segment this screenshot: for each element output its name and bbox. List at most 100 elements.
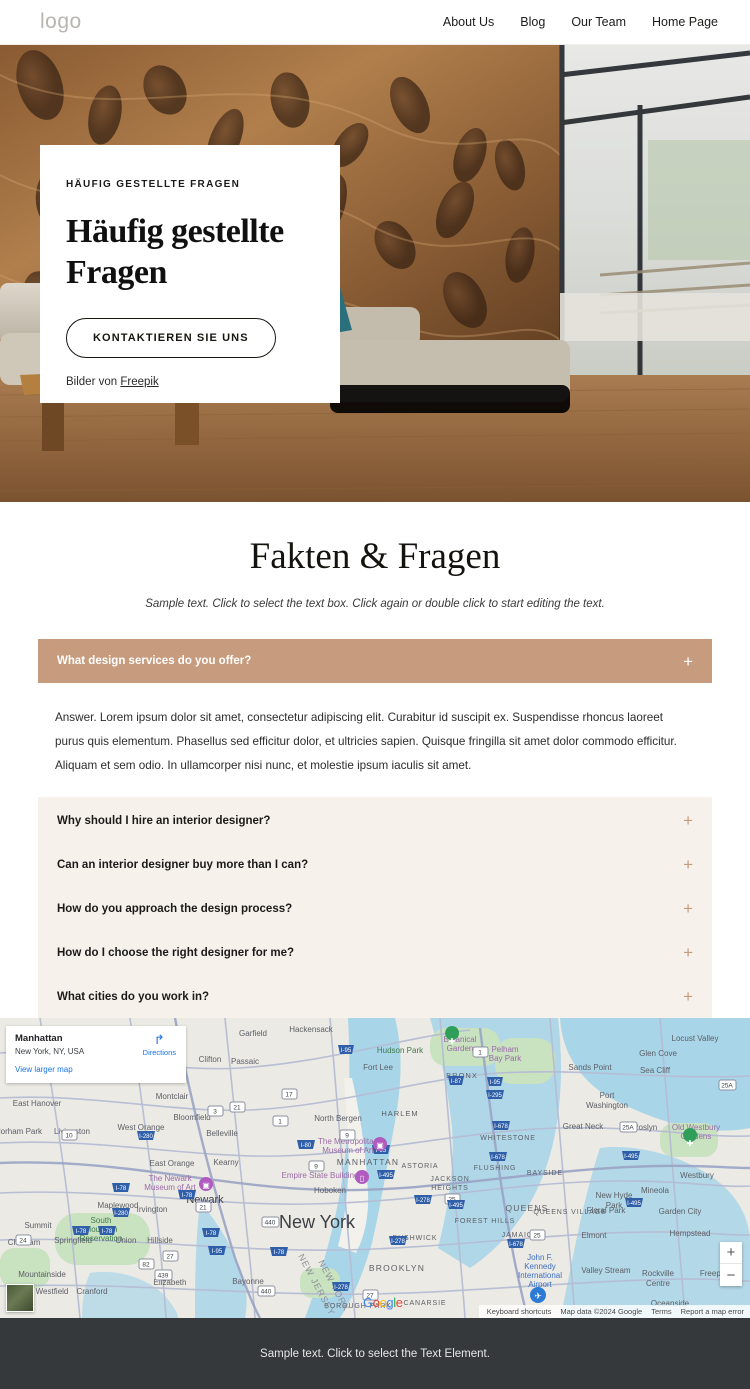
svg-text:West Orange: West Orange xyxy=(118,1123,166,1132)
report-map-error-link[interactable]: Report a map error xyxy=(681,1307,744,1316)
zoom-in-button[interactable]: + xyxy=(720,1242,742,1264)
svg-text:I-280: I-280 xyxy=(139,1134,153,1140)
contact-us-button[interactable]: KONTAKTIEREN SIE UNS xyxy=(66,317,276,358)
freepik-link[interactable]: Freepik xyxy=(120,376,158,388)
logo[interactable]: logo xyxy=(40,10,82,34)
accordion-item[interactable]: Can an interior designer buy more than I… xyxy=(38,843,712,887)
site-header: logo About Us Blog Our Team Home Page xyxy=(0,0,750,45)
svg-text:82: 82 xyxy=(142,1262,150,1269)
image-credit-prefix: Bilder von xyxy=(66,375,121,388)
google-map[interactable]: New York Newark MANHATTAN HARLEM BRONX Q… xyxy=(0,1018,750,1318)
accordion-item[interactable]: How do I choose the right designer for m… xyxy=(38,931,712,975)
svg-text:North Bergen: North Bergen xyxy=(314,1114,362,1123)
svg-text:Reservation: Reservation xyxy=(80,1234,123,1243)
nav-item-about-us[interactable]: About Us xyxy=(443,15,494,29)
svg-text:FLUSHING: FLUSHING xyxy=(474,1165,517,1172)
svg-text:3: 3 xyxy=(213,1109,217,1116)
svg-text:I-295: I-295 xyxy=(488,1093,502,1099)
keyboard-shortcuts-link[interactable]: Keyboard shortcuts xyxy=(487,1307,552,1316)
svg-text:9: 9 xyxy=(314,1164,318,1171)
svg-text:Elmont: Elmont xyxy=(582,1231,608,1240)
svg-text:FOREST HILLS: FOREST HILLS xyxy=(455,1218,515,1225)
svg-text:10: 10 xyxy=(65,1133,73,1140)
svg-text:East Hanover: East Hanover xyxy=(13,1099,62,1108)
plus-icon[interactable]: + xyxy=(683,900,693,917)
svg-text:Museum of Art: Museum of Art xyxy=(322,1146,374,1155)
svg-text:25A: 25A xyxy=(721,1083,733,1090)
map-place-card: Manhattan New York, NY, USA View larger … xyxy=(6,1026,186,1083)
svg-text:27: 27 xyxy=(166,1254,174,1261)
zoom-out-button[interactable]: − xyxy=(720,1264,742,1286)
plus-icon[interactable]: + xyxy=(683,653,693,670)
svg-text:JACKSON: JACKSON xyxy=(430,1176,469,1183)
svg-text:Florham Park: Florham Park xyxy=(0,1127,43,1136)
directions-label: Directions xyxy=(142,1048,176,1057)
accordion-question: How do you approach the design process? xyxy=(57,902,293,915)
svg-text:24: 24 xyxy=(19,1238,27,1245)
svg-text:Locust Valley: Locust Valley xyxy=(672,1034,719,1043)
svg-text:Garden City: Garden City xyxy=(659,1207,702,1216)
svg-text:Kennedy: Kennedy xyxy=(524,1262,556,1271)
hero-section: HÄUFIG GESTELLTE FRAGEN Häufig gestellte… xyxy=(0,45,750,502)
nav-item-blog[interactable]: Blog xyxy=(520,15,545,29)
plus-icon[interactable]: + xyxy=(683,944,693,961)
nav-item-our-team[interactable]: Our Team xyxy=(571,15,626,29)
svg-text:✈: ✈ xyxy=(534,1291,542,1301)
svg-text:International: International xyxy=(518,1271,562,1280)
svg-text:ASTORIA: ASTORIA xyxy=(402,1163,439,1170)
svg-text:Bloomfield: Bloomfield xyxy=(173,1113,210,1122)
page-root: logo About Us Blog Our Team Home Page HÄ… xyxy=(0,0,750,1389)
svg-text:I-678: I-678 xyxy=(494,1124,508,1130)
svg-text:9: 9 xyxy=(345,1133,349,1140)
svg-text:I-495: I-495 xyxy=(624,1154,638,1160)
svg-text:Mountainside: Mountainside xyxy=(18,1270,66,1279)
svg-text:I-87: I-87 xyxy=(451,1079,462,1085)
directions-button[interactable]: ↱ Directions xyxy=(143,1033,176,1057)
svg-text:21: 21 xyxy=(233,1105,241,1112)
svg-text:I-78: I-78 xyxy=(116,1186,127,1192)
svg-text:East Orange: East Orange xyxy=(150,1159,195,1168)
terms-link[interactable]: Terms xyxy=(651,1307,671,1316)
svg-text:Hackensack: Hackensack xyxy=(289,1025,334,1034)
footer-text: Sample text. Click to select the Text El… xyxy=(260,1347,490,1360)
site-footer: Sample text. Click to select the Text El… xyxy=(0,1318,750,1389)
svg-text:Floral Park: Floral Park xyxy=(587,1206,627,1215)
plus-icon[interactable]: + xyxy=(683,856,693,873)
accordion-item[interactable]: How do you approach the design process? … xyxy=(38,887,712,931)
svg-text:Westfield: Westfield xyxy=(36,1287,69,1296)
accordion-item[interactable]: Why should I hire an interior designer? … xyxy=(38,799,712,843)
accordion-question: How do I choose the right designer for m… xyxy=(57,946,295,959)
svg-text:Great Neck: Great Neck xyxy=(563,1122,604,1131)
svg-text:Port: Port xyxy=(600,1091,615,1100)
svg-text:I-80: I-80 xyxy=(301,1143,312,1149)
svg-text:CANARSIE: CANARSIE xyxy=(404,1300,447,1307)
accordion-answer: Answer. Lorem ipsum dolor sit amet, cons… xyxy=(55,711,677,772)
accordion-question: Why should I hire an interior designer? xyxy=(57,814,271,827)
svg-text:1: 1 xyxy=(478,1050,482,1057)
svg-text:I-495: I-495 xyxy=(627,1201,641,1207)
nav-item-home-page[interactable]: Home Page xyxy=(652,15,718,29)
plus-icon[interactable]: + xyxy=(683,812,693,829)
svg-text:I-78: I-78 xyxy=(76,1229,87,1235)
svg-text:Passaic: Passaic xyxy=(231,1057,259,1066)
hero-card: HÄUFIG GESTELLTE FRAGEN Häufig gestellte… xyxy=(40,145,340,403)
svg-text:John F.: John F. xyxy=(527,1253,553,1262)
plus-icon[interactable]: + xyxy=(683,988,693,1005)
accordion-item[interactable]: What cities do you work in? + xyxy=(38,975,712,1019)
svg-text:Pelham: Pelham xyxy=(491,1045,518,1054)
accordion-question: Can an interior designer buy more than I… xyxy=(57,858,309,871)
image-credit: Bilder von Freepik xyxy=(66,376,314,388)
main-nav: About Us Blog Our Team Home Page xyxy=(443,15,718,29)
svg-text:440: 440 xyxy=(265,1220,276,1227)
svg-text:Mineola: Mineola xyxy=(641,1186,670,1195)
svg-text:BROOKLYN: BROOKLYN xyxy=(369,1263,425,1273)
svg-text:✚: ✚ xyxy=(687,1139,694,1148)
svg-text:Cranford: Cranford xyxy=(76,1287,107,1296)
hero-title: Häufig gestellte Fragen xyxy=(66,213,284,291)
map-satellite-toggle[interactable] xyxy=(6,1284,34,1312)
map-zoom-controls[interactable]: + − xyxy=(720,1242,742,1286)
svg-text:I-78: I-78 xyxy=(274,1250,285,1256)
view-larger-map-link[interactable]: View larger map xyxy=(15,1065,177,1074)
accordion-item-open[interactable]: What design services do you offer? + xyxy=(38,639,712,683)
svg-text:Irvington: Irvington xyxy=(137,1205,168,1214)
